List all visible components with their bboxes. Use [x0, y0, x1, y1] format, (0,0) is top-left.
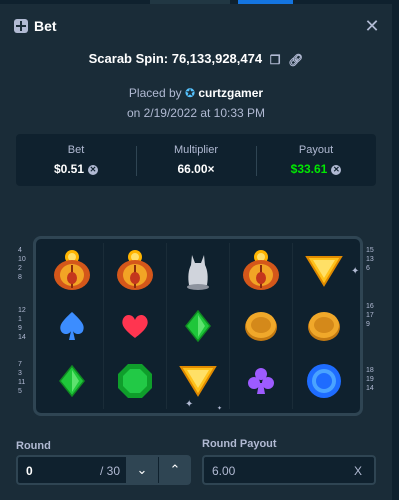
- payline-number: 16: [366, 303, 374, 310]
- close-icon[interactable]: ✕: [364, 16, 379, 36]
- round-stepper[interactable]: 0 / 30 ⌄ ⌃: [16, 455, 191, 485]
- bet-stats-panel: Bet $0.51 ✕ Multiplier 66.00× Payout $33.…: [16, 134, 376, 186]
- gold-coin-icon: [293, 298, 356, 353]
- payline-number: 4: [18, 247, 22, 254]
- bet-date: on 2/19/2022 at 10:33 PM: [126, 106, 266, 120]
- gold-coin-icon: [230, 298, 293, 353]
- page-edge: [392, 4, 399, 500]
- stat-payout: Payout $33.61 ✕: [256, 134, 376, 186]
- payline-number: 5: [18, 388, 22, 395]
- payline-number: 14: [366, 385, 374, 392]
- payline-number: 19: [366, 376, 374, 383]
- multiplier-value: 66.00×: [177, 162, 215, 176]
- spin-id-line: Scarab Spin: 76,133,928,474 ❐ 🔗︎: [0, 51, 392, 67]
- payout-label: Payout: [298, 144, 334, 156]
- star-badge-icon: ✪: [184, 86, 196, 100]
- round-label: Round: [16, 440, 51, 452]
- bet-label: Bet: [67, 144, 85, 156]
- bet-value: $0.51: [53, 162, 85, 176]
- round-payout-label: Round Payout: [202, 438, 277, 450]
- paylines-right: 15 13 6: [366, 246, 374, 273]
- paylines-left: 7 3 11 5: [18, 360, 25, 396]
- payline-number: 6: [366, 265, 370, 272]
- payline-number: 11: [18, 379, 26, 386]
- scarab-icon: [40, 243, 103, 298]
- sparkle-icon: ✦: [185, 399, 194, 410]
- copy-icon[interactable]: ❐: [270, 53, 281, 67]
- payline-number: 7: [18, 361, 22, 368]
- payline-number: 15: [366, 247, 374, 254]
- placed-by-line: Placed by ✪ curtzgamer: [0, 86, 392, 100]
- blue-spade-icon: [40, 298, 103, 353]
- payline-number: 18: [366, 367, 374, 374]
- currency-coin-icon: ✕: [88, 164, 99, 175]
- stat-multiplier: Multiplier 66.00×: [136, 134, 256, 186]
- stat-bet: Bet $0.51 ✕: [16, 134, 136, 186]
- payline-number: 9: [18, 325, 22, 332]
- sparkle-icon: ✦: [217, 406, 223, 412]
- chevron-up-icon[interactable]: ⌃: [170, 462, 181, 478]
- close-button[interactable]: ✕: [364, 16, 380, 36]
- payline-number: 13: [366, 256, 374, 263]
- round-total: / 30: [100, 464, 121, 478]
- payout-value: $33.61: [290, 162, 328, 176]
- payline-number: 12: [18, 307, 26, 314]
- green-diamond-icon: [40, 354, 103, 409]
- payline-number: 2: [18, 265, 22, 272]
- payline-number: 10: [18, 256, 26, 263]
- sparkle-icon: ✦: [351, 266, 360, 277]
- scarab-icon: [103, 243, 166, 298]
- bet-value-line: $0.51 ✕: [16, 162, 136, 176]
- paylines-left: 4 10 2 8: [18, 246, 26, 282]
- round-down-button[interactable]: ⌄: [126, 455, 158, 485]
- slot-board: [33, 236, 363, 416]
- payline-number: 3: [18, 370, 22, 377]
- round-value[interactable]: 0: [26, 464, 33, 478]
- payline-number: 8: [18, 274, 22, 281]
- chevron-down-icon[interactable]: ⌄: [137, 462, 148, 478]
- reel-grid: [40, 243, 356, 409]
- round-up-button[interactable]: ⌃: [159, 455, 191, 485]
- multiplier-label: Multiplier: [173, 144, 218, 156]
- username-link[interactable]: curtzgamer: [198, 86, 263, 100]
- cat-statue-icon: [166, 243, 229, 298]
- paylines-right: 18 19 14: [366, 366, 374, 393]
- round-payout-clear: X: [354, 464, 363, 478]
- modal-header: Bet: [14, 16, 57, 36]
- green-diamond-icon: [166, 298, 229, 353]
- blue-ring-icon: [293, 354, 356, 409]
- payout-value-line: $33.61 ✕: [256, 162, 376, 176]
- payline-number: 9: [366, 321, 370, 328]
- paylines-left: 12 1 9 14: [18, 306, 26, 342]
- payline-number: 17: [366, 312, 374, 319]
- yellow-triangle-icon: [166, 354, 229, 409]
- modal-title: Bet: [34, 18, 57, 34]
- link-icon[interactable]: 🔗︎: [288, 53, 303, 67]
- placed-by-label: Placed by: [128, 86, 182, 100]
- round-payout-value: 6.00: [212, 464, 236, 478]
- yellow-triangle-icon: [293, 243, 356, 298]
- paylines-right: 16 17 9: [366, 302, 374, 329]
- bet-receipt-icon: [14, 19, 28, 33]
- purple-club-icon: [230, 354, 293, 409]
- round-payout-field: 6.00 X: [202, 455, 376, 485]
- red-heart-icon: [103, 298, 166, 353]
- currency-coin-icon: ✕: [331, 164, 342, 175]
- spin-id-text: Scarab Spin: 76,133,928,474: [88, 51, 263, 66]
- payline-number: 1: [18, 316, 22, 323]
- green-octagon-icon: [103, 354, 166, 409]
- scarab-icon: [230, 243, 293, 298]
- payline-number: 14: [18, 334, 26, 341]
